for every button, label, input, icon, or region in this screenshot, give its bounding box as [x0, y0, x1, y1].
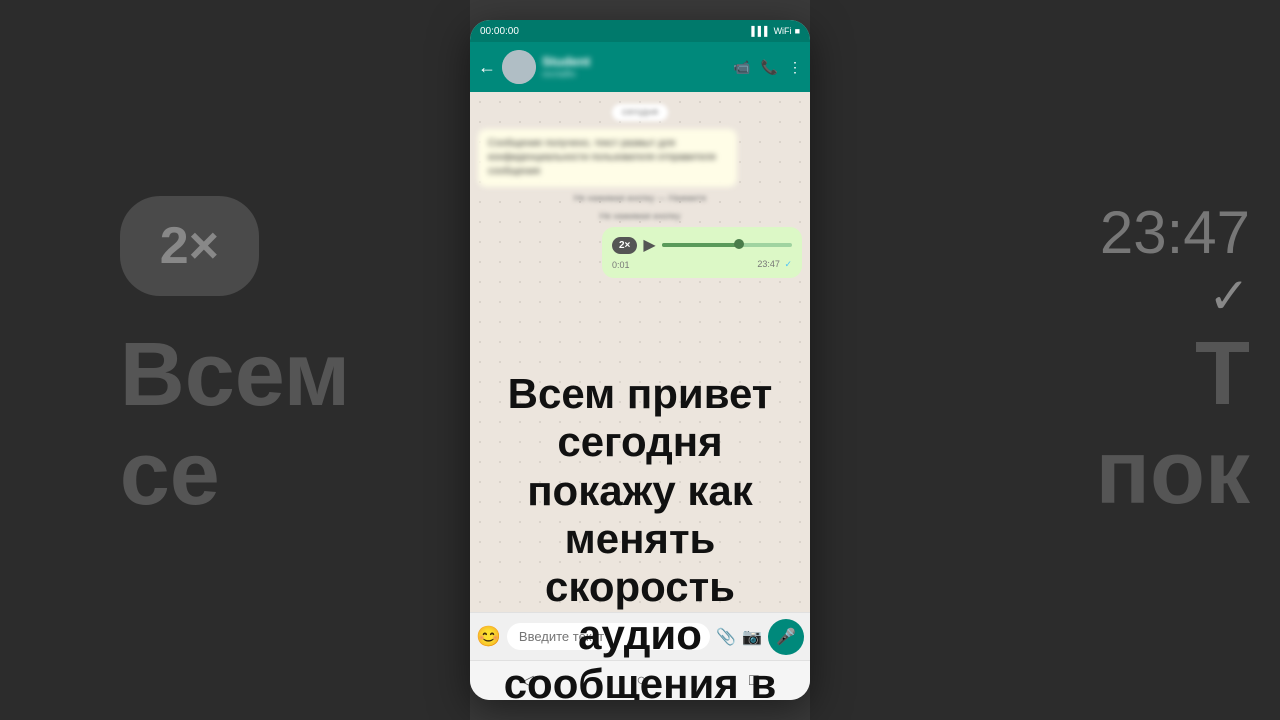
bg-text-right: T пок [1096, 325, 1250, 523]
speed-button[interactable]: 2× [612, 237, 637, 254]
background-left: 2× Всем се [0, 0, 470, 720]
audio-progress-fill [662, 243, 740, 247]
chat-area: сегодня Сообщение получено, текст размыт… [470, 92, 810, 612]
nav-back-button[interactable]: ◁ [521, 671, 533, 691]
battery-icon: ■ [795, 26, 800, 36]
nav-bar: ◁ ○ □ [470, 660, 810, 700]
contact-info: Student онлайн [542, 54, 727, 80]
back-button[interactable]: ← [478, 57, 496, 78]
speed-label-bg: 2× [160, 216, 219, 276]
audio-controls: 2× ▶ [612, 235, 792, 255]
nav-recents-button[interactable]: □ [749, 672, 759, 690]
nav-home-button[interactable]: ○ [636, 672, 646, 690]
mic-button[interactable]: 🎤 [768, 619, 804, 655]
audio-check: ✓ [784, 259, 792, 269]
avatar [502, 50, 536, 84]
status-bar: 00:00:00 ▌▌▌ WiFi ■ [470, 20, 810, 42]
voice-call-button[interactable]: 📞 [761, 59, 778, 76]
input-bar: 😊 📎 📷 🎤 [470, 612, 810, 660]
video-call-button[interactable]: 📹 [733, 59, 750, 76]
phone-frame: 00:00:00 ▌▌▌ WiFi ■ ← Student онлайн 📹 📞… [470, 20, 810, 700]
audio-time-start: 0:01 [612, 260, 630, 270]
bg-time: 23:47 [1096, 198, 1250, 267]
audio-bubble: 2× ▶ 0:01 23:47 ✓ [602, 227, 802, 278]
wifi-icon: WiFi [774, 26, 792, 36]
header-actions: 📹 📞 ⋮ [733, 59, 802, 76]
mic-icon: 🎤 [776, 627, 796, 647]
status-time: 00:00:00 [480, 26, 519, 37]
background-right: 23:47 ✓ T пок [810, 0, 1280, 720]
bg-check: ✓ [1096, 267, 1250, 325]
date-badge: сегодня [612, 104, 668, 121]
emoji-button[interactable]: 😊 [476, 624, 501, 649]
speed-badge-bg: 2× [120, 196, 259, 296]
contact-name: Student [542, 54, 727, 69]
audio-time-end: 23:47 ✓ [757, 259, 792, 270]
signal-icon: ▌▌▌ [751, 26, 770, 36]
audio-message: 2× ▶ 0:01 23:47 ✓ [602, 227, 802, 278]
audio-progress-bar[interactable] [662, 243, 792, 247]
audio-meta: 0:01 23:47 ✓ [612, 259, 792, 270]
status-icons: ▌▌▌ WiFi ■ [751, 26, 800, 36]
play-button[interactable]: ▶ [643, 235, 655, 255]
more-options-button[interactable]: ⋮ [788, 59, 802, 76]
message-bubble-received: Сообщение получено, текст размыт для кон… [478, 129, 737, 187]
attach-button[interactable]: 📎 [716, 627, 736, 647]
system-message-1: Не нажимая кнопку — Нажмите [574, 193, 707, 203]
message-input[interactable] [507, 623, 710, 650]
contact-status: онлайн [542, 69, 727, 80]
received-message: Сообщение получено, текст размыт для кон… [478, 129, 737, 187]
audio-progress-thumb [734, 239, 744, 249]
app-header: ← Student онлайн 📹 📞 ⋮ [470, 42, 810, 92]
bg-text-left: Всем се [120, 326, 351, 524]
camera-button[interactable]: 📷 [742, 627, 762, 647]
system-message-2: Не нажимая кнопку [600, 211, 681, 221]
